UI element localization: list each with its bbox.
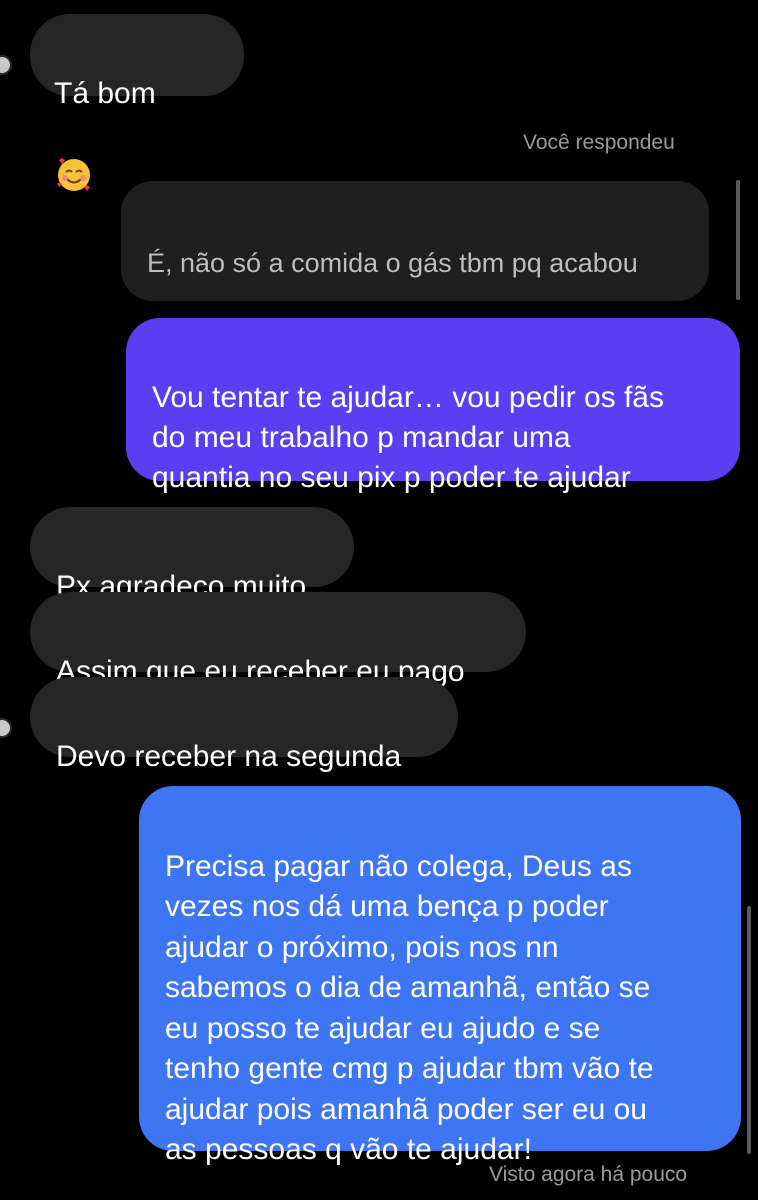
avatar[interactable]	[0, 55, 12, 75]
message-text: Precisa pagar não colega, Deus as vezes …	[165, 849, 654, 1167]
seen-status: Visto agora há pouco	[489, 1163, 688, 1186]
message-text: Vou tentar te ajudar… vou pedir os fãs d…	[152, 381, 664, 494]
scrollbar-thumb[interactable]	[736, 180, 740, 300]
quoted-message[interactable]: É, não só a comida o gás tbm pq acabou	[121, 181, 709, 397]
message-bubble-incoming[interactable]: Px agradeço muito	[30, 507, 354, 603]
smiling-face-with-hearts-icon	[54, 114, 94, 205]
message-bubble-incoming[interactable]: Devo receber na segunda	[30, 677, 458, 773]
quoted-text: É, não só a comida o gás tbm pq acabou	[147, 248, 638, 278]
message-text: Tá bom	[54, 77, 156, 110]
message-bubble-incoming[interactable]: Tá bom	[30, 14, 244, 191]
avatar[interactable]	[0, 718, 12, 738]
reply-indicator: Você respondeu	[523, 131, 675, 154]
message-bubble-outgoing[interactable]: Precisa pagar não colega, Deus as vezes …	[139, 786, 741, 1166]
message-bubble-outgoing[interactable]: Vou tentar te ajudar… vou pedir os fãs d…	[126, 318, 740, 494]
scrollbar-thumb[interactable]	[747, 906, 751, 1154]
message-bubble-incoming[interactable]: Assim que eu receber eu pago	[30, 592, 526, 688]
message-text: Devo receber na segunda	[56, 740, 402, 773]
